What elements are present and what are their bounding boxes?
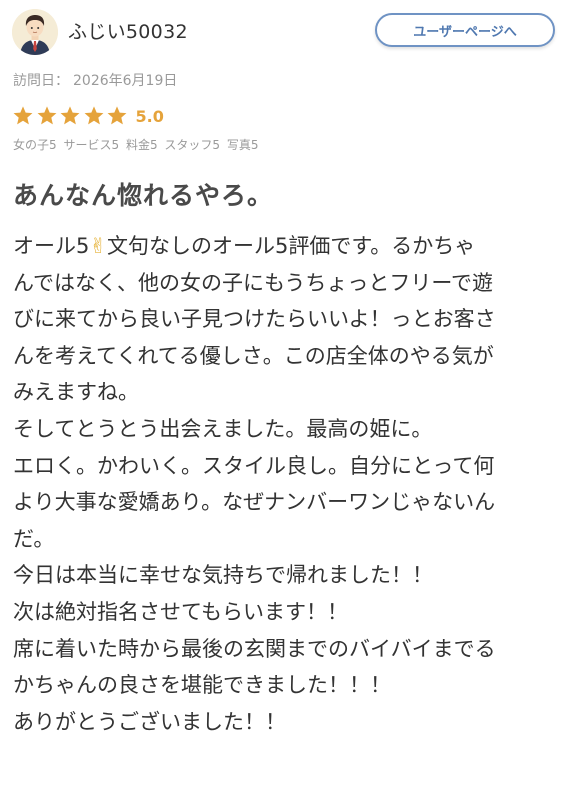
victory-hand-icon: ✌ bbox=[89, 234, 107, 258]
star-icon bbox=[60, 106, 80, 125]
user-avatar-icon bbox=[12, 9, 58, 55]
username[interactable]: ふじい50032 bbox=[68, 17, 188, 44]
review-header: ふじい50032 ユーザーページへ bbox=[0, 0, 576, 64]
review-line: だ。 bbox=[13, 526, 55, 551]
review-line: んを考えてくれてる優しさ。この店全体のやる気が bbox=[13, 343, 494, 368]
review-line: より大事な愛嬌あり。なぜナンバーワンじゃないん bbox=[13, 490, 496, 515]
avatar bbox=[12, 9, 58, 55]
star-icon bbox=[107, 106, 127, 125]
review-line: ありがとうございました！！ bbox=[13, 709, 286, 734]
review-line: かちゃんの良さを堪能できました！！！ bbox=[13, 673, 391, 698]
review-line: んではなく、他の女の子にもうちょっとフリーで遊 bbox=[13, 270, 494, 295]
review-line: そしてとうとう出会えました。最高の姫に。 bbox=[13, 416, 433, 441]
rating-score: 5.0 bbox=[135, 106, 164, 126]
review-body: オール5✌文句なしのオール5評価です。るかちゃ んではなく、他の女の子にもうちょ… bbox=[13, 228, 569, 740]
star-icon bbox=[13, 106, 33, 125]
user-page-button[interactable]: ユーザーページへ bbox=[375, 13, 555, 47]
rating-service: サービス5 bbox=[63, 138, 120, 152]
review-line: みえますね。 bbox=[13, 380, 139, 405]
review-title: あんなん惚れるやろ。 bbox=[13, 181, 274, 210]
rating-staff: スタッフ5 bbox=[164, 138, 221, 152]
rating-price: 料金5 bbox=[125, 138, 158, 152]
rating-girl: 女の子5 bbox=[13, 138, 57, 152]
rating-photo: 写真5 bbox=[226, 138, 259, 152]
review-line: 次は絶対指名させてもらいます！！ bbox=[13, 599, 348, 624]
visit-date: 訪問日： 2026年6月19日 bbox=[13, 70, 177, 90]
star-icon bbox=[84, 106, 103, 125]
rating-breakdown: 女の子5 サービス5 料金5 スタッフ5 写真5 bbox=[13, 136, 262, 153]
visit-date-value: 2026年6月19日 bbox=[73, 73, 178, 89]
star-icon bbox=[37, 106, 56, 125]
visit-date-label: 訪問日： bbox=[13, 73, 69, 89]
review-line: 今日は本当に幸せな気持ちで帰れました！！ bbox=[13, 563, 433, 588]
review-line-text: オール5 bbox=[13, 234, 90, 258]
review-line: オール5✌文句なしのオール5評価です。るかちゃ bbox=[13, 228, 569, 265]
review-line: びに来てから良い子見つけたらいいよ！っとお客さ bbox=[13, 307, 496, 332]
review-line: エロく。かわいく。スタイル良し。自分にとって何 bbox=[13, 453, 495, 478]
review-line: 席に着いた時から最後の玄関までのバイバイまでる bbox=[13, 636, 496, 661]
star-rating: 5.0 bbox=[12, 104, 164, 128]
review-line-text: 文句なしのオール5評価です。るかちゃ bbox=[106, 234, 476, 258]
